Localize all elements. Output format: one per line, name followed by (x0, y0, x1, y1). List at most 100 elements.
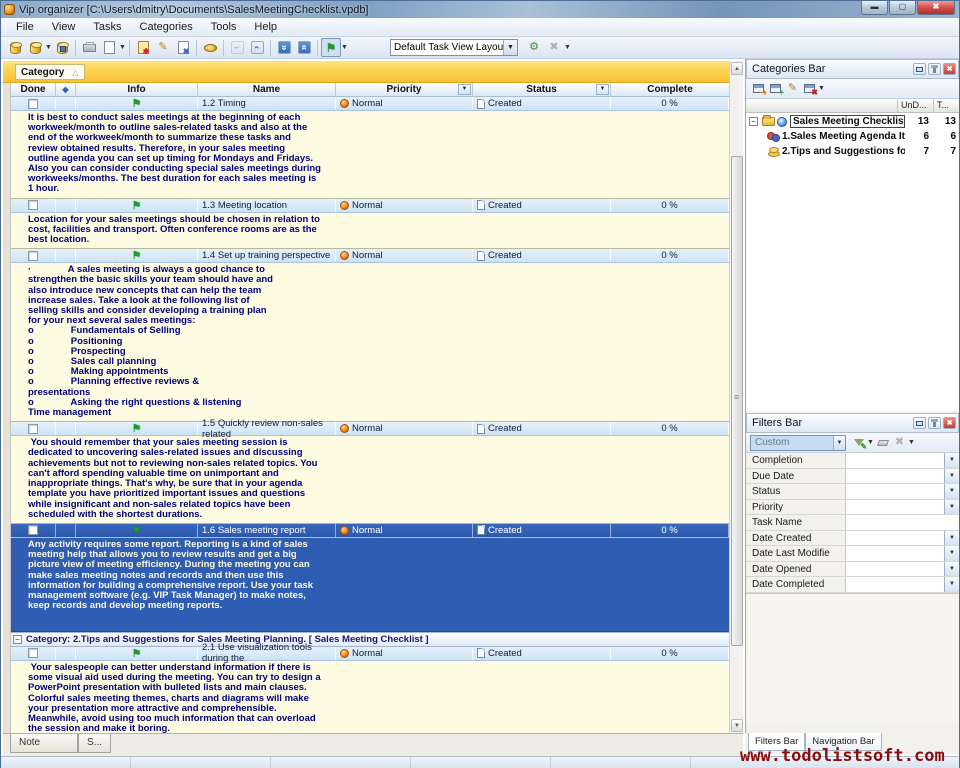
new-subcategory-icon[interactable]: + (767, 81, 784, 97)
bottom-tab-note[interactable]: Note (10, 734, 78, 753)
column-header-name[interactable]: Name (198, 83, 336, 96)
menu-item-tools[interactable]: Tools (202, 19, 246, 35)
filters-toolbar-caret-icon[interactable]: ▼ (908, 439, 915, 446)
filters-close-icon[interactable]: ✖ (943, 417, 956, 429)
categories-close-icon[interactable]: ✖ (943, 63, 956, 75)
filters-pin-icon[interactable] (928, 417, 941, 429)
filter-dropdown-icon[interactable]: ▼ (944, 500, 959, 515)
menu-item-view[interactable]: View (43, 19, 85, 35)
bottom-tab-subtasks[interactable]: S... (78, 734, 111, 753)
filter-dropdown-icon[interactable]: ▼ (944, 453, 959, 468)
scroll-up-icon[interactable]: ▲ (731, 62, 743, 75)
task-checkbox[interactable] (28, 200, 38, 210)
column-header-status[interactable]: Status▼ (473, 83, 611, 96)
task-row[interactable]: ⚑1.5 Quickly review non-sales relatedNor… (11, 422, 729, 436)
task-note[interactable]: Location for your sales meetings should … (11, 213, 729, 250)
edit-filter-caret-icon[interactable]: ▼ (867, 439, 874, 446)
clear-filter-icon[interactable] (874, 435, 891, 451)
group-by-category-chip[interactable]: Category△ (15, 64, 85, 80)
close-button[interactable]: ✖ (917, 1, 955, 15)
categories-toolbar-caret-icon[interactable]: ▼ (818, 85, 825, 92)
categories-pin-icon[interactable] (928, 63, 941, 75)
delete-layout-icon[interactable]: ✖ (544, 38, 564, 57)
task-checkbox[interactable] (28, 424, 38, 434)
task-checkbox[interactable] (28, 648, 38, 658)
filters-maximize-icon[interactable] (913, 417, 926, 429)
status-filter-dropdown-icon[interactable]: ▼ (596, 84, 609, 95)
menu-item-help[interactable]: Help (245, 19, 286, 35)
task-row[interactable]: ⚑1.4 Set up training perspectiveNormalCr… (11, 249, 729, 263)
highlight-task-icon[interactable] (200, 38, 220, 57)
filter-value-input[interactable] (846, 453, 944, 468)
move-up-icon[interactable]: › (247, 38, 267, 57)
task-note[interactable]: It is best to conduct sales meetings at … (11, 111, 729, 199)
filter-value-input[interactable] (846, 500, 944, 515)
task-row[interactable]: ⚑2.1 Use visualization tools during theN… (11, 647, 729, 661)
menu-item-file[interactable]: File (7, 19, 43, 35)
filter-value-input[interactable] (846, 531, 944, 546)
task-note[interactable]: Your salespeople can better understand i… (11, 661, 729, 733)
new-database-icon[interactable] (5, 38, 25, 57)
filter-dropdown-icon[interactable]: ▼ (944, 562, 959, 577)
save-database-icon[interactable] (52, 38, 72, 57)
menu-item-categories[interactable]: Categories (131, 19, 202, 35)
move-down-icon[interactable]: › (227, 38, 247, 57)
print-icon[interactable] (79, 38, 99, 57)
column-header-attachment[interactable]: ◆ (56, 83, 76, 96)
flag-filter-caret-icon[interactable]: ▼ (341, 44, 348, 51)
filter-value-input[interactable] (846, 484, 944, 499)
column-undone[interactable]: UnD... (897, 99, 933, 112)
task-row[interactable]: ⚑1.6 Sales meeting reportNormalCreated0 … (11, 524, 729, 538)
filter-value-input[interactable] (846, 577, 944, 592)
task-note[interactable]: · A sales meeting is always a good chanc… (11, 263, 729, 422)
category-group-row[interactable]: −Category: 2.Tips and Suggestions for Sa… (11, 632, 729, 647)
edit-task-icon[interactable]: ✎ (153, 38, 173, 57)
maximize-button[interactable]: ▢ (889, 1, 916, 15)
minimize-button[interactable]: ▬ (861, 1, 888, 15)
print-preview-caret-icon[interactable]: ▼ (119, 44, 126, 51)
category-tree-row[interactable]: 1.Sales Meeting Agenda Iter66 (746, 129, 959, 144)
task-checkbox[interactable] (28, 251, 38, 261)
filter-dropdown-icon[interactable]: ▼ (944, 469, 959, 484)
priority-filter-dropdown-icon[interactable]: ▼ (458, 84, 471, 95)
task-view-layout-combo[interactable]: Default Task View Layout ▼ (390, 39, 518, 56)
filter-value-input[interactable] (846, 469, 944, 484)
column-header-done[interactable]: Done (11, 83, 56, 96)
flag-filter-icon[interactable]: ⚑ (321, 38, 341, 57)
collapse-tree-icon[interactable]: − (749, 117, 758, 126)
new-category-icon[interactable]: ➜ (750, 81, 767, 97)
category-tree-row[interactable]: −Sales Meeting Checklist1313 (746, 114, 959, 129)
column-header-complete[interactable]: Complete (611, 83, 729, 96)
open-database-icon[interactable] (25, 38, 45, 57)
categories-maximize-icon[interactable] (913, 63, 926, 75)
edit-category-icon[interactable]: ✎ (784, 81, 801, 97)
filter-preset-combo[interactable]: Custom ▼ (750, 435, 846, 451)
task-note[interactable]: Any activity requires some report. Repor… (11, 538, 729, 632)
menu-item-tasks[interactable]: Tasks (84, 19, 130, 35)
expand-all-icon[interactable]: » (274, 38, 294, 57)
filter-dropdown-icon[interactable]: ▼ (944, 484, 959, 499)
filter-dropdown-icon[interactable]: ▼ (944, 577, 959, 592)
filter-dropdown-icon[interactable]: ▼ (944, 531, 959, 546)
filter-dropdown-icon[interactable]: ▼ (944, 546, 959, 561)
add-task-icon[interactable]: ✱ (133, 38, 153, 57)
delete-task-icon[interactable]: ✖ (173, 38, 193, 57)
column-header-priority[interactable]: Priority▼ (336, 83, 473, 96)
scroll-down-icon[interactable]: ▼ (731, 719, 743, 732)
collapse-group-icon[interactable]: − (13, 635, 22, 644)
column-total[interactable]: T... (933, 99, 959, 112)
layout-toolbar-caret-icon[interactable]: ▼ (564, 44, 571, 51)
collapse-all-icon[interactable]: » (294, 38, 314, 57)
layout-combo-dropdown-icon[interactable]: ▼ (503, 40, 517, 55)
scrollbar-thumb[interactable] (731, 156, 743, 646)
filter-combo-dropdown-icon[interactable]: ▼ (833, 436, 845, 450)
filter-value-input[interactable] (846, 546, 944, 561)
task-row[interactable]: ⚑1.2 TimingNormalCreated0 % (11, 97, 729, 111)
filter-value-input[interactable] (846, 562, 944, 577)
save-layout-icon[interactable]: ⚙ (524, 38, 544, 57)
print-preview-icon[interactable] (99, 38, 119, 57)
delete-category-icon[interactable]: ✖ (801, 81, 818, 97)
task-row[interactable]: ⚑1.3 Meeting locationNormalCreated0 % (11, 199, 729, 213)
vertical-scrollbar[interactable]: ▲ ▼ (729, 61, 743, 733)
task-checkbox[interactable] (28, 525, 38, 535)
